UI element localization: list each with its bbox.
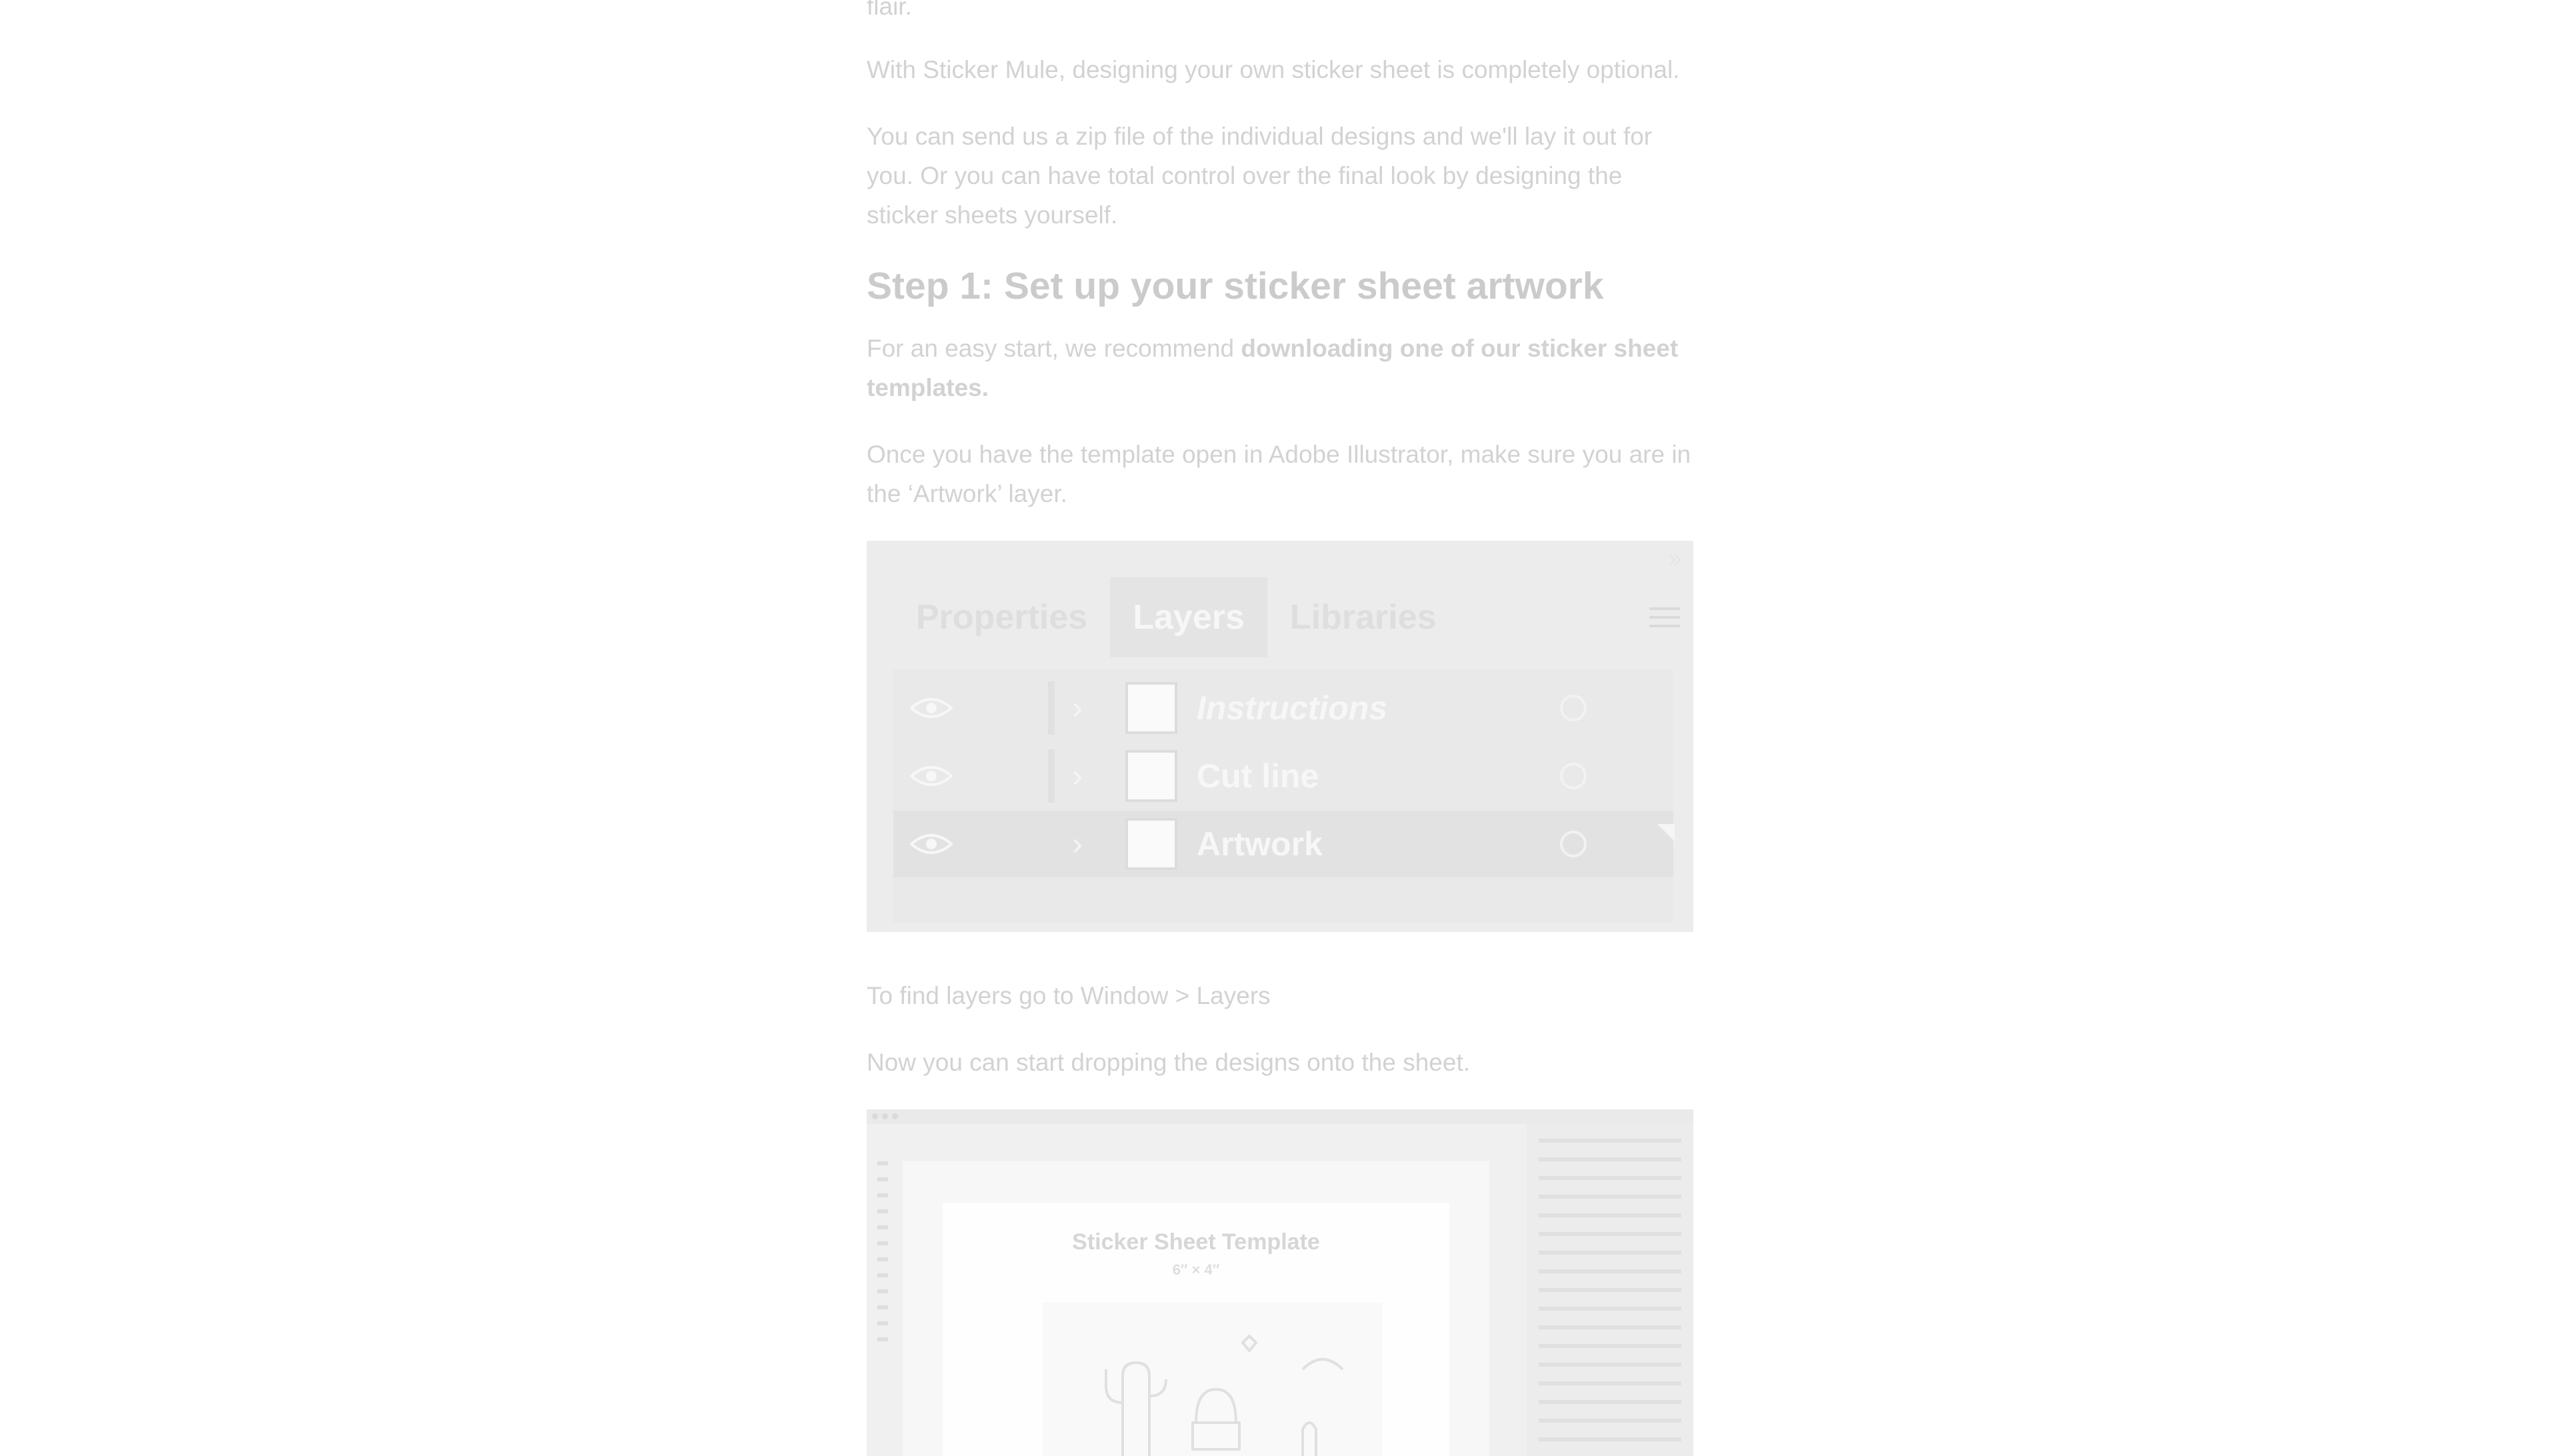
step1-heading: Step 1: Set up your sticker sheet artwor… [867, 265, 1604, 307]
zip-paragraph: You can send us a zip file of the indivi… [867, 123, 1653, 229]
layers-list: › Instructions › Cut line › Artwork [893, 669, 1673, 923]
article-body: flair. With Sticker Mule, designing your… [867, 0, 1693, 1456]
selected-art-indicator-icon [1657, 824, 1675, 841]
collapse-panel-icon: » [1669, 546, 1681, 571]
intro-tail-text: flair. [867, 0, 912, 20]
panel-tabs: Properties Layers Libraries [893, 577, 1459, 657]
layer-lock-column [1048, 749, 1055, 803]
template-title: Sticker Sheet Template [1072, 1229, 1320, 1255]
layers-panel-screenshot: » Properties Layers Libraries › Instruct… [867, 541, 1693, 932]
chevron-right-icon: › [1072, 758, 1083, 794]
easy-start-prefix: For an easy start, we recommend [867, 335, 1241, 362]
tools-panel [871, 1149, 895, 1456]
cactus-stickers-illustration [1105, 1334, 1344, 1456]
eye-icon [901, 749, 961, 803]
drop-designs-paragraph: Now you can start dropping the designs o… [867, 1049, 1471, 1076]
find-layers-paragraph: To find layers go to Window > Layers [867, 982, 1271, 1009]
layer-thumbnail [1125, 818, 1177, 870]
layer-name: Instructions [1197, 689, 1388, 727]
target-circle-icon [1560, 831, 1587, 857]
eye-icon [901, 817, 961, 871]
layer-thumbnail [1125, 682, 1177, 734]
hamburger-menu-icon [1649, 607, 1680, 633]
eye-icon [901, 681, 961, 735]
layer-lock-column [1048, 681, 1055, 735]
tab-properties: Properties [916, 598, 1088, 637]
sticker-sheet-area [1043, 1303, 1383, 1456]
layer-name: Artwork [1197, 825, 1323, 863]
properties-panel [1527, 1124, 1693, 1456]
template-size: 6″ × 4″ [1172, 1261, 1220, 1278]
artboard: Sticker Sheet Template 6″ × 4″ [943, 1203, 1449, 1456]
optional-paragraph: With Sticker Mule, designing your own st… [867, 56, 1680, 83]
layer-row-instructions: › Instructions [893, 675, 1673, 741]
layer-name: Cut line [1197, 757, 1319, 795]
chevron-right-icon: › [1072, 690, 1083, 726]
window-titlebar [867, 1109, 1693, 1124]
chevron-right-icon: › [1072, 826, 1083, 862]
illustrator-screenshot: Sticker Sheet Template 6″ × 4″ [867, 1109, 1693, 1456]
target-circle-icon [1560, 763, 1587, 789]
layer-thumbnail [1125, 750, 1177, 802]
template-paragraph: Once you have the template open in Adobe… [867, 441, 1691, 507]
tab-libraries: Libraries [1289, 598, 1437, 637]
document-tab-bar [893, 1132, 1467, 1145]
tab-layers: Layers [1110, 577, 1267, 657]
target-circle-icon [1560, 695, 1587, 721]
easy-start-paragraph: For an easy start, we recommend download… [867, 329, 1693, 407]
layer-row-artwork: › Artwork [893, 811, 1673, 877]
window-controls [872, 1113, 898, 1119]
layer-row-cut-line: › Cut line [893, 743, 1673, 809]
illustrator-canvas: Sticker Sheet Template 6″ × 4″ [903, 1161, 1489, 1456]
